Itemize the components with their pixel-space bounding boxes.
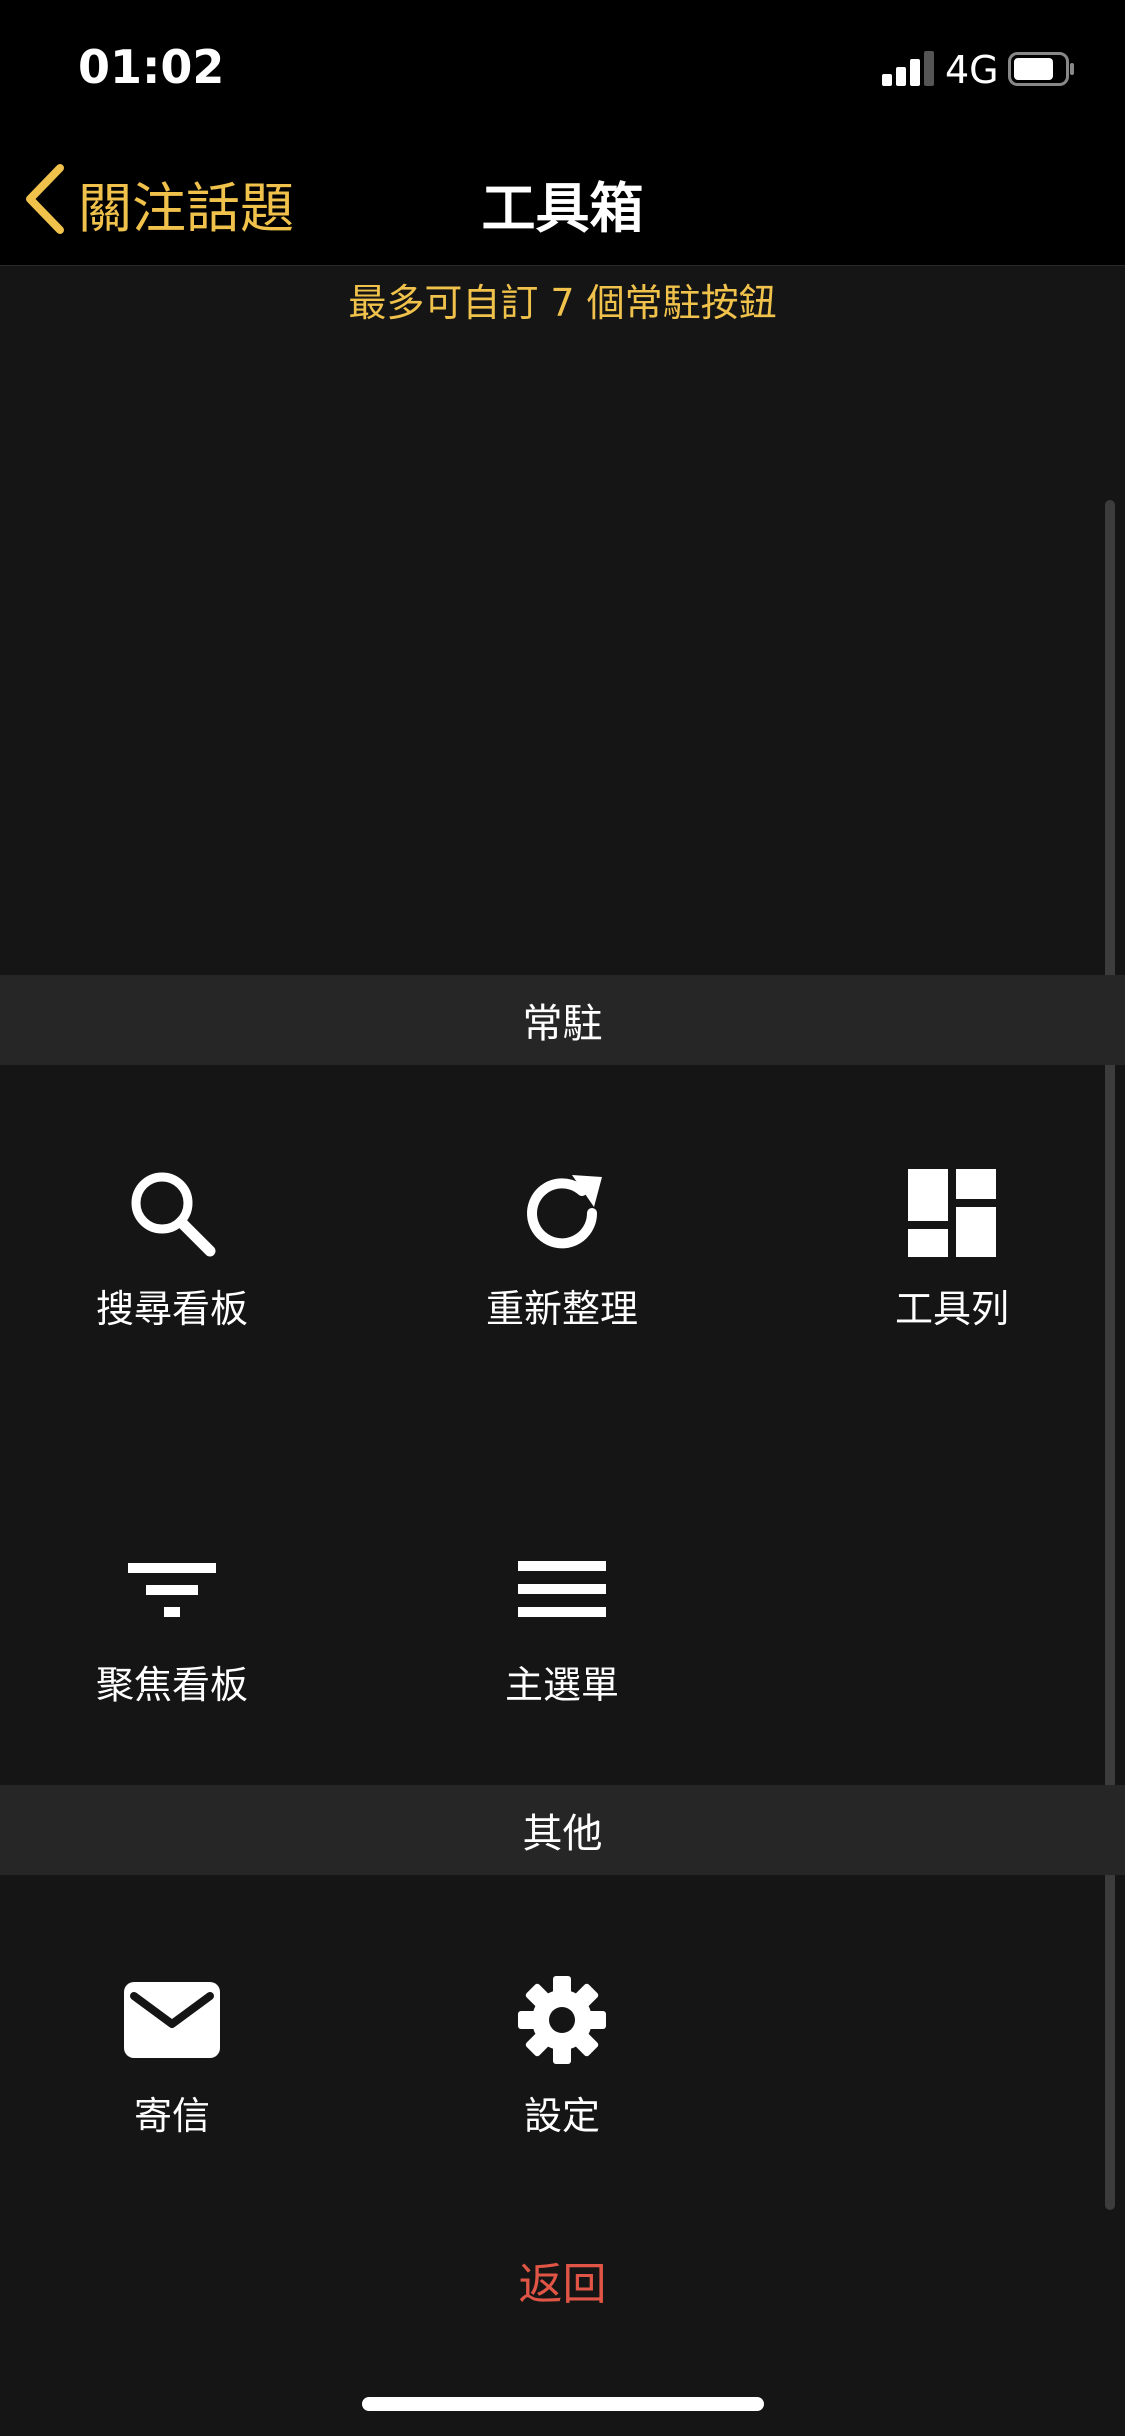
gear-icon [507, 1965, 617, 2075]
tool-settings[interactable]: 設定 [432, 1965, 692, 2140]
tool-label: 搜尋看板 [95, 1287, 248, 1331]
tool-focus-board[interactable]: 聚焦看板 [42, 1534, 302, 1709]
section-header-pinned: 常駐 [0, 975, 1125, 1065]
status-time: 01:02 [78, 40, 225, 94]
status-bar: 01:02 4G [0, 0, 1125, 130]
section-title-pinned: 常駐 [522, 1001, 603, 1047]
pinned-limit-hint: 最多可自訂 7 個常駐按鈕 [348, 281, 777, 325]
tool-label: 主選單 [504, 1663, 619, 1707]
network-type: 4G [945, 48, 999, 92]
tool-refresh[interactable]: 重新整理 [432, 1158, 692, 1333]
tool-label: 重新整理 [485, 1287, 638, 1331]
section-title-others: 其他 [522, 1811, 603, 1857]
search-icon [117, 1158, 227, 1268]
tool-label: 寄信 [133, 2094, 210, 2138]
navigation-bar: 關注話題 工具箱 [0, 130, 1125, 266]
section-header-others: 其他 [0, 1785, 1125, 1875]
return-button[interactable]: 返回 [0, 2248, 1125, 2312]
tool-label: 聚焦看板 [95, 1663, 248, 1707]
scrollbar[interactable] [1105, 500, 1115, 2210]
home-indicator[interactable] [362, 2397, 764, 2411]
tool-main-menu[interactable]: 主選單 [432, 1534, 692, 1709]
refresh-icon [507, 1158, 617, 1268]
tool-send-mail[interactable]: 寄信 [42, 1965, 302, 2140]
toolbar-grid-icon [897, 1158, 1007, 1268]
tool-label: 工具列 [894, 1287, 1009, 1331]
tool-search-board[interactable]: 搜尋看板 [42, 1158, 302, 1333]
mail-icon [117, 1965, 227, 2075]
menu-icon [507, 1534, 617, 1644]
filter-icon [117, 1534, 227, 1644]
battery-icon [1008, 52, 1074, 86]
tool-label: 設定 [523, 2094, 600, 2138]
tool-toolbar[interactable]: 工具列 [822, 1158, 1082, 1333]
page-title: 工具箱 [481, 177, 644, 240]
signal-icon [882, 51, 934, 86]
